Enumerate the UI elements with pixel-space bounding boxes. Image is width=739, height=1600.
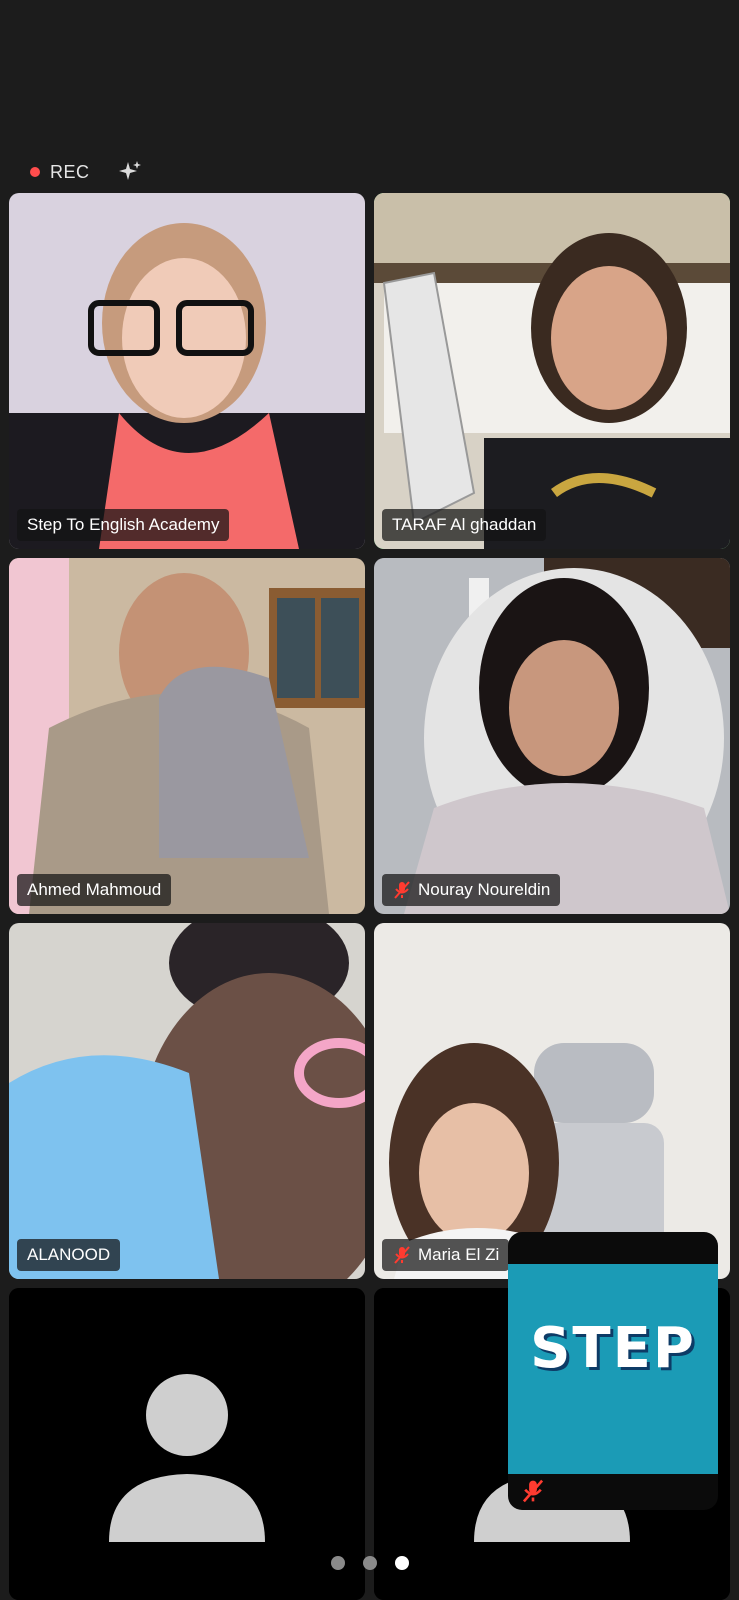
participant-name: Ahmed Mahmoud	[27, 880, 162, 899]
participant-name: Step To English Academy	[27, 515, 220, 534]
video-tile-5[interactable]: ALANOOD	[9, 923, 365, 1279]
participant-name-tag: Maria El Zi	[382, 1239, 510, 1271]
page-dot-2[interactable]	[362, 1556, 377, 1570]
video-tile-1[interactable]: Step To English Academy	[9, 193, 365, 549]
step-logo: STEP	[530, 1316, 696, 1381]
participant-name: Maria El Zi	[418, 1245, 500, 1264]
participant-video	[374, 558, 730, 914]
video-tile-2[interactable]: TARAF Al ghaddan	[374, 193, 730, 549]
participant-name: Nouray Noureldin	[418, 880, 551, 899]
mic-muted-icon	[394, 881, 410, 899]
participant-video	[374, 193, 730, 549]
avatar-placeholder-icon	[9, 1288, 365, 1600]
video-tile-4[interactable]: Nouray Noureldin	[374, 558, 730, 914]
page-dot-1[interactable]	[330, 1556, 345, 1570]
mic-muted-icon	[394, 1246, 410, 1264]
participant-name-tag: Step To English Academy	[17, 509, 230, 541]
participant-video	[374, 923, 730, 1279]
rec-dot-icon	[30, 167, 40, 177]
video-tile-3[interactable]: Ahmed Mahmoud	[9, 558, 365, 914]
participant-name-tag: TARAF Al ghaddan	[382, 509, 547, 541]
rec-label: REC	[50, 161, 90, 182]
recording-indicator[interactable]: REC	[30, 156, 142, 188]
page-indicator[interactable]	[0, 1556, 739, 1570]
self-view-window[interactable]: STEP	[508, 1232, 718, 1510]
video-tile-6[interactable]: Maria El Zi	[374, 923, 730, 1279]
participant-video	[9, 193, 365, 549]
ai-sparkle-icon[interactable]	[118, 160, 142, 184]
participant-name: TARAF Al ghaddan	[392, 515, 537, 534]
participant-name-tag: Ahmed Mahmoud	[17, 874, 172, 906]
video-tile-7[interactable]	[9, 1288, 365, 1600]
participant-name: ALANOOD	[27, 1245, 111, 1264]
mic-muted-icon	[522, 1479, 544, 1503]
participant-video	[9, 558, 365, 914]
page-dot-3[interactable]	[394, 1556, 409, 1570]
participant-name-tag: ALANOOD	[17, 1239, 121, 1271]
participant-video	[9, 923, 365, 1279]
participant-name-tag: Nouray Noureldin	[382, 874, 561, 906]
